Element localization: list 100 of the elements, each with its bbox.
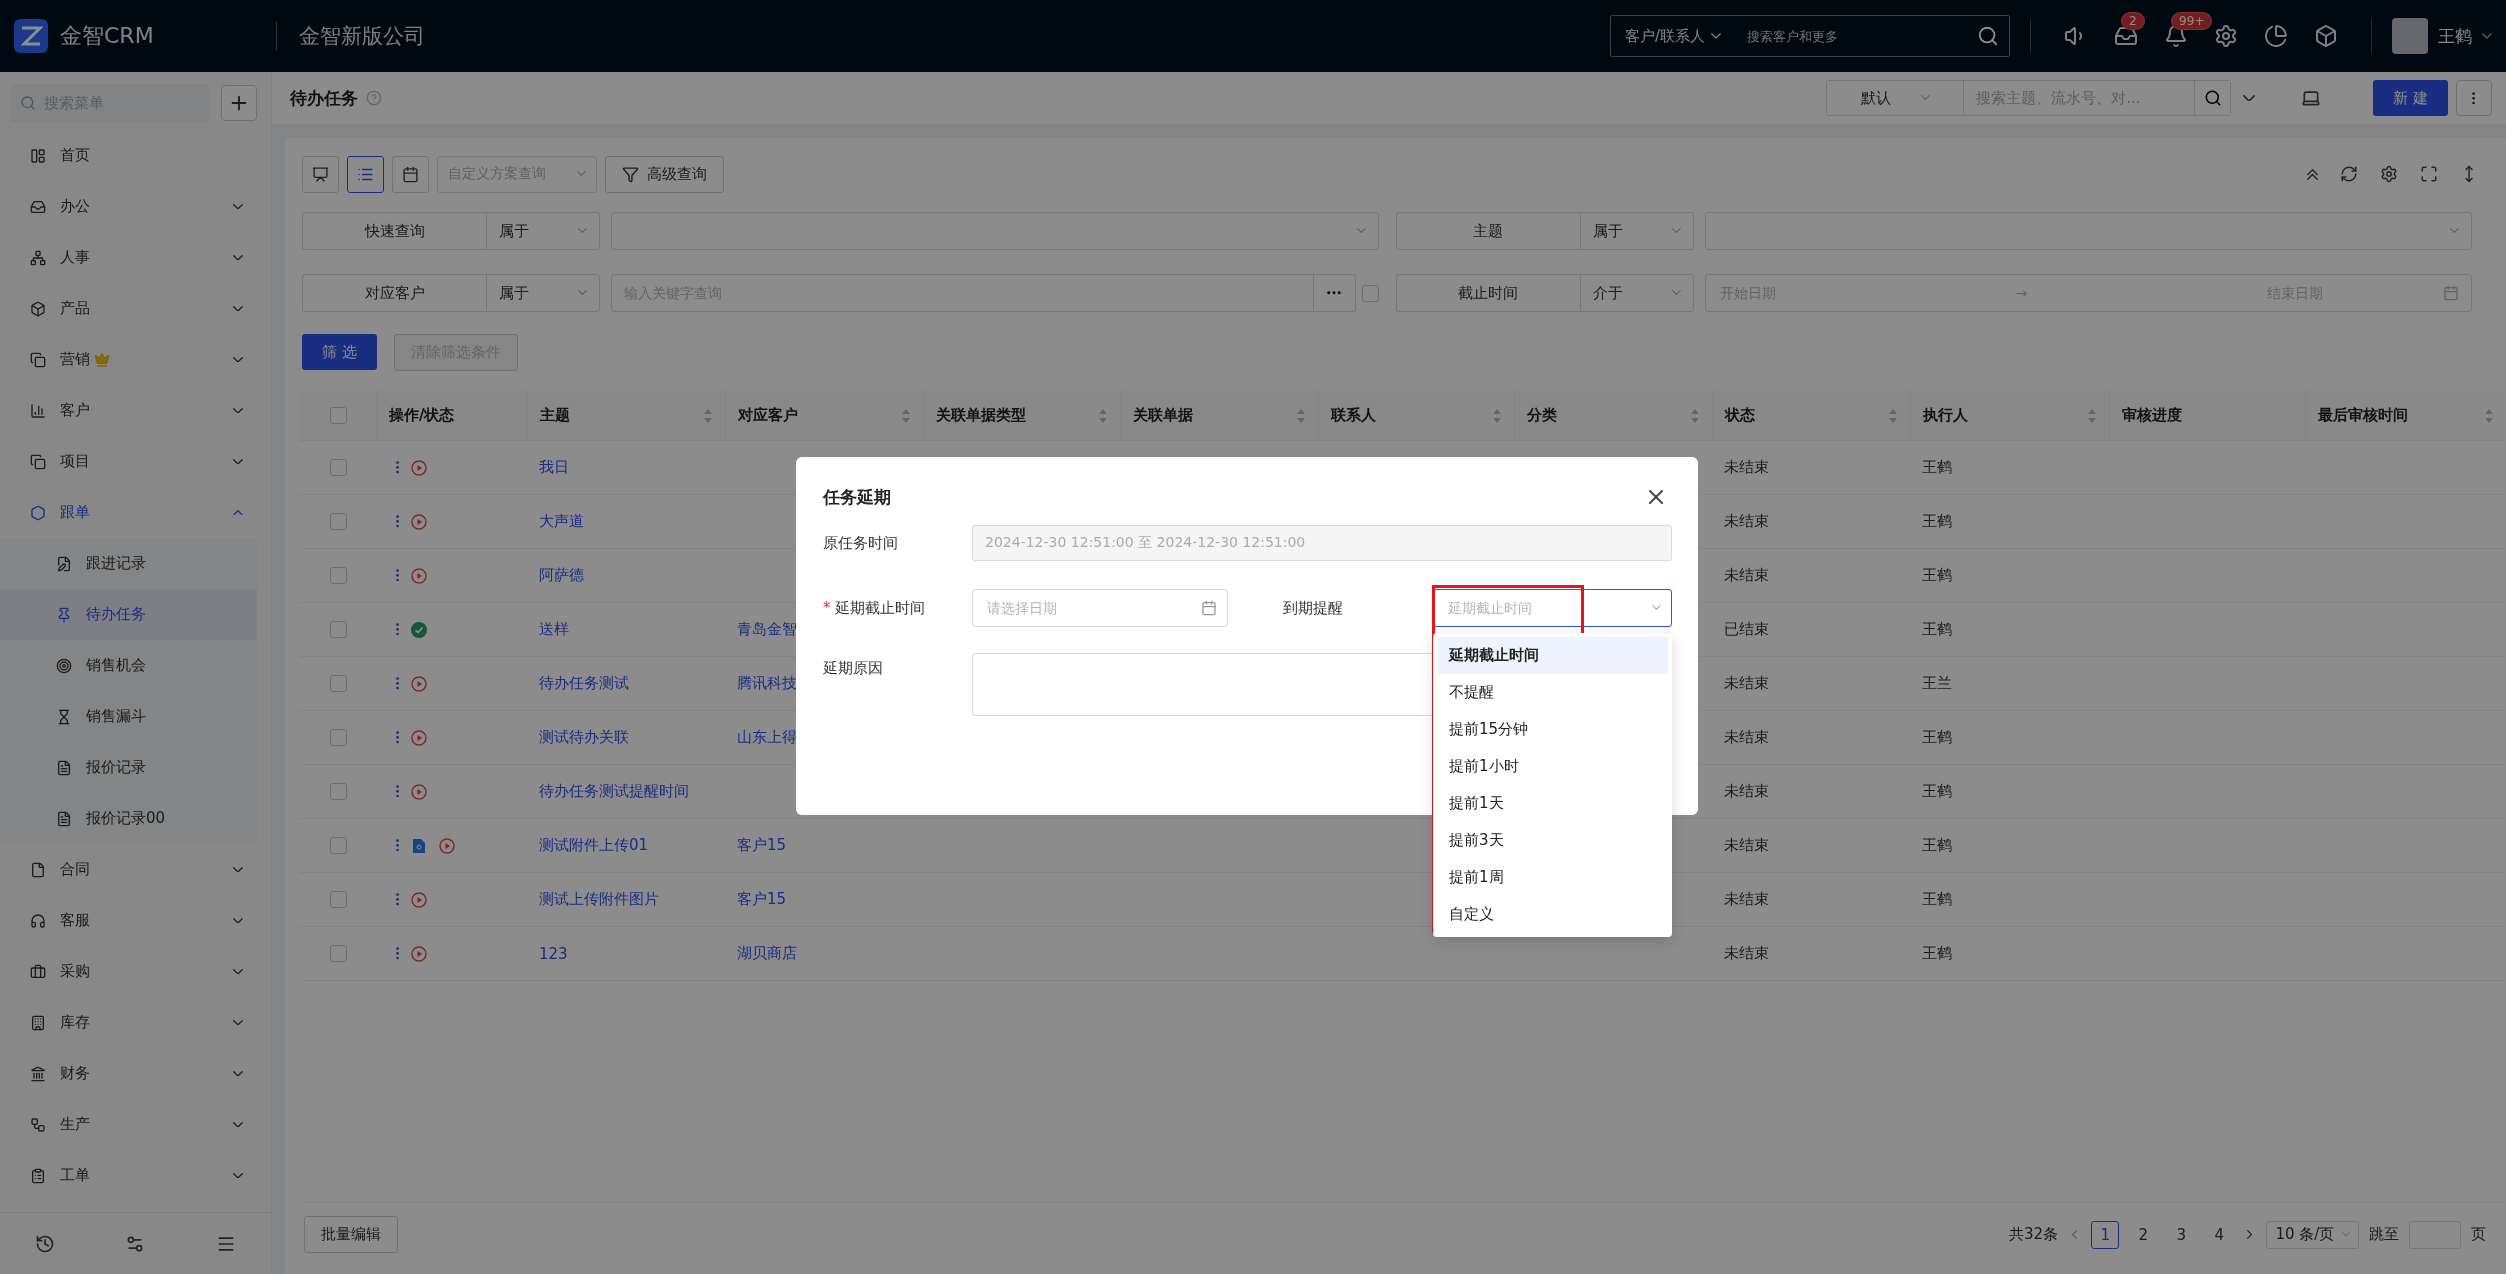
operator-select[interactable]: 属于 [1579, 212, 1694, 250]
row-actions-button[interactable] [396, 947, 400, 960]
filter-button[interactable]: 筛 选 [302, 334, 377, 370]
sidebar-subitem[interactable]: 报价记录 [0, 742, 257, 793]
avatar[interactable] [2392, 18, 2429, 54]
operator-select[interactable]: 介于 [1579, 274, 1694, 312]
sidebar-subitem[interactable]: 报价记录00 [0, 793, 257, 844]
sidebar-item[interactable]: 库存 [0, 997, 271, 1048]
row-checkbox[interactable] [329, 729, 347, 746]
sort-icon[interactable] [703, 407, 713, 424]
row-checkbox[interactable] [329, 459, 347, 476]
play-circle-icon[interactable] [411, 459, 428, 476]
row-actions-button[interactable] [396, 839, 400, 852]
sort-icon[interactable] [2484, 407, 2494, 424]
sidebar-subitem[interactable]: 待办任务 [0, 589, 257, 640]
sort-icon[interactable] [901, 407, 911, 424]
sidebar-item[interactable]: 合同 [0, 844, 271, 895]
search-scope-select[interactable]: 客户/联系人 [1625, 26, 1722, 46]
sidebar-item[interactable]: 跟单 [0, 487, 271, 538]
row-actions-button[interactable] [396, 569, 400, 582]
row-checkbox[interactable] [329, 891, 347, 908]
row-checkbox[interactable] [329, 675, 347, 692]
row-actions-button[interactable] [396, 785, 400, 798]
row-checkbox[interactable] [329, 837, 347, 854]
subject-link[interactable]: 我日 [527, 458, 725, 477]
row-checkbox[interactable] [329, 567, 347, 584]
dropdown-option[interactable]: 提前1天 [1437, 785, 1668, 822]
sidebar-subitem[interactable]: 跟进记录 [0, 538, 257, 589]
subject-link[interactable]: 送样 [527, 620, 725, 639]
user-name[interactable]: 王鹤 [2438, 24, 2473, 48]
dropdown-option[interactable]: 自定义 [1437, 896, 1668, 933]
sidebar-item[interactable]: 首页 [0, 130, 271, 181]
dropdown-option[interactable]: 提前3天 [1437, 822, 1668, 859]
view-toggle-button[interactable] [347, 155, 384, 193]
play-circle-icon[interactable] [439, 837, 456, 854]
sidebar-item[interactable]: 客服 [0, 895, 271, 946]
new-button[interactable]: 新 建 [2373, 80, 2448, 116]
sidebar-subitem[interactable]: 销售漏斗 [0, 691, 257, 742]
sidebar-item[interactable]: 产品 [0, 283, 271, 334]
row-actions-button[interactable] [396, 731, 400, 744]
date-field[interactable]: 请选择日期 [972, 589, 1228, 627]
row-actions-button[interactable] [396, 677, 400, 690]
dropdown-option[interactable]: 提前15分钟 [1437, 711, 1668, 748]
advanced-query-button[interactable]: 高级查询 [605, 155, 724, 193]
subject-link[interactable]: 待办任务测试 [527, 674, 725, 693]
play-circle-icon[interactable] [411, 729, 428, 746]
sidebar-item[interactable]: 办公 [0, 181, 271, 232]
row-checkbox[interactable] [329, 621, 347, 638]
batch-edit-button[interactable]: 批量编辑 [304, 1216, 398, 1253]
sidebar-item[interactable]: 工单 [0, 1150, 271, 1201]
sidebar-item[interactable]: 生产 [0, 1099, 271, 1150]
subject-link[interactable]: 测试上传附件图片 [527, 890, 725, 909]
sidebar-item[interactable]: 采购 [0, 946, 271, 997]
dropdown-option[interactable]: 提前1小时 [1437, 748, 1668, 785]
customer-link[interactable]: 客户15 [725, 890, 923, 909]
more-button[interactable] [2456, 80, 2492, 116]
page-size-select[interactable]: 10 条/页 [2266, 1220, 2359, 1249]
global-search-field[interactable]: 客户/联系人 搜索客户和更多 [1610, 15, 2011, 57]
play-circle-icon[interactable] [411, 945, 428, 962]
subject-link[interactable]: 测试待办关联 [527, 728, 725, 747]
sort-icon[interactable] [1098, 407, 1108, 424]
search-button[interactable] [2194, 81, 2231, 115]
add-button[interactable] [221, 85, 257, 121]
sort-icon[interactable] [2087, 407, 2097, 424]
row-checkbox[interactable] [329, 513, 347, 530]
sidebar-item[interactable]: 营销 [0, 334, 271, 385]
play-circle-icon[interactable] [411, 513, 428, 530]
play-circle-icon[interactable] [411, 783, 428, 800]
checkbox[interactable] [1361, 284, 1379, 302]
subject-link[interactable]: 大声道 [527, 512, 725, 531]
play-circle-icon[interactable] [411, 567, 428, 584]
view-select[interactable]: 默认 [1827, 81, 1965, 115]
play-circle-icon[interactable] [411, 675, 428, 692]
row-checkbox[interactable] [329, 783, 347, 800]
select-all-checkbox[interactable] [329, 407, 347, 424]
row-actions-button[interactable] [396, 623, 400, 636]
row-actions-button[interactable] [396, 461, 400, 474]
sidebar-item[interactable]: 财务 [0, 1048, 271, 1099]
customer-link[interactable]: 湖贝商店 [725, 944, 923, 963]
sidebar-item[interactable]: 客户 [0, 385, 271, 436]
play-circle-icon[interactable] [411, 891, 428, 908]
dropdown-option[interactable]: 提前1周 [1437, 859, 1668, 896]
subject-link[interactable]: 123 [527, 944, 725, 963]
operator-select[interactable]: 属于 [486, 212, 600, 250]
page-button[interactable]: 1 [2091, 1220, 2120, 1249]
sort-icon[interactable] [1492, 407, 1502, 424]
sidebar-item[interactable]: 项目 [0, 436, 271, 487]
row-actions-button[interactable] [396, 893, 400, 906]
sort-icon[interactable] [1888, 407, 1898, 424]
subject-link[interactable]: 测试附件上传01 [527, 836, 725, 855]
sidebar-item[interactable]: 人事 [0, 232, 271, 283]
row-actions-button[interactable] [396, 515, 400, 528]
subject-link[interactable]: 待办任务测试提醒时间 [527, 782, 725, 801]
sort-icon[interactable] [1690, 407, 1700, 424]
sidebar-subitem[interactable]: 销售机会 [0, 640, 257, 691]
sort-icon[interactable] [1296, 407, 1306, 424]
customer-link[interactable]: 客户15 [725, 836, 923, 855]
operator-select[interactable]: 属于 [486, 274, 600, 312]
subject-link[interactable]: 阿萨德 [527, 566, 725, 585]
row-checkbox[interactable] [329, 945, 347, 962]
